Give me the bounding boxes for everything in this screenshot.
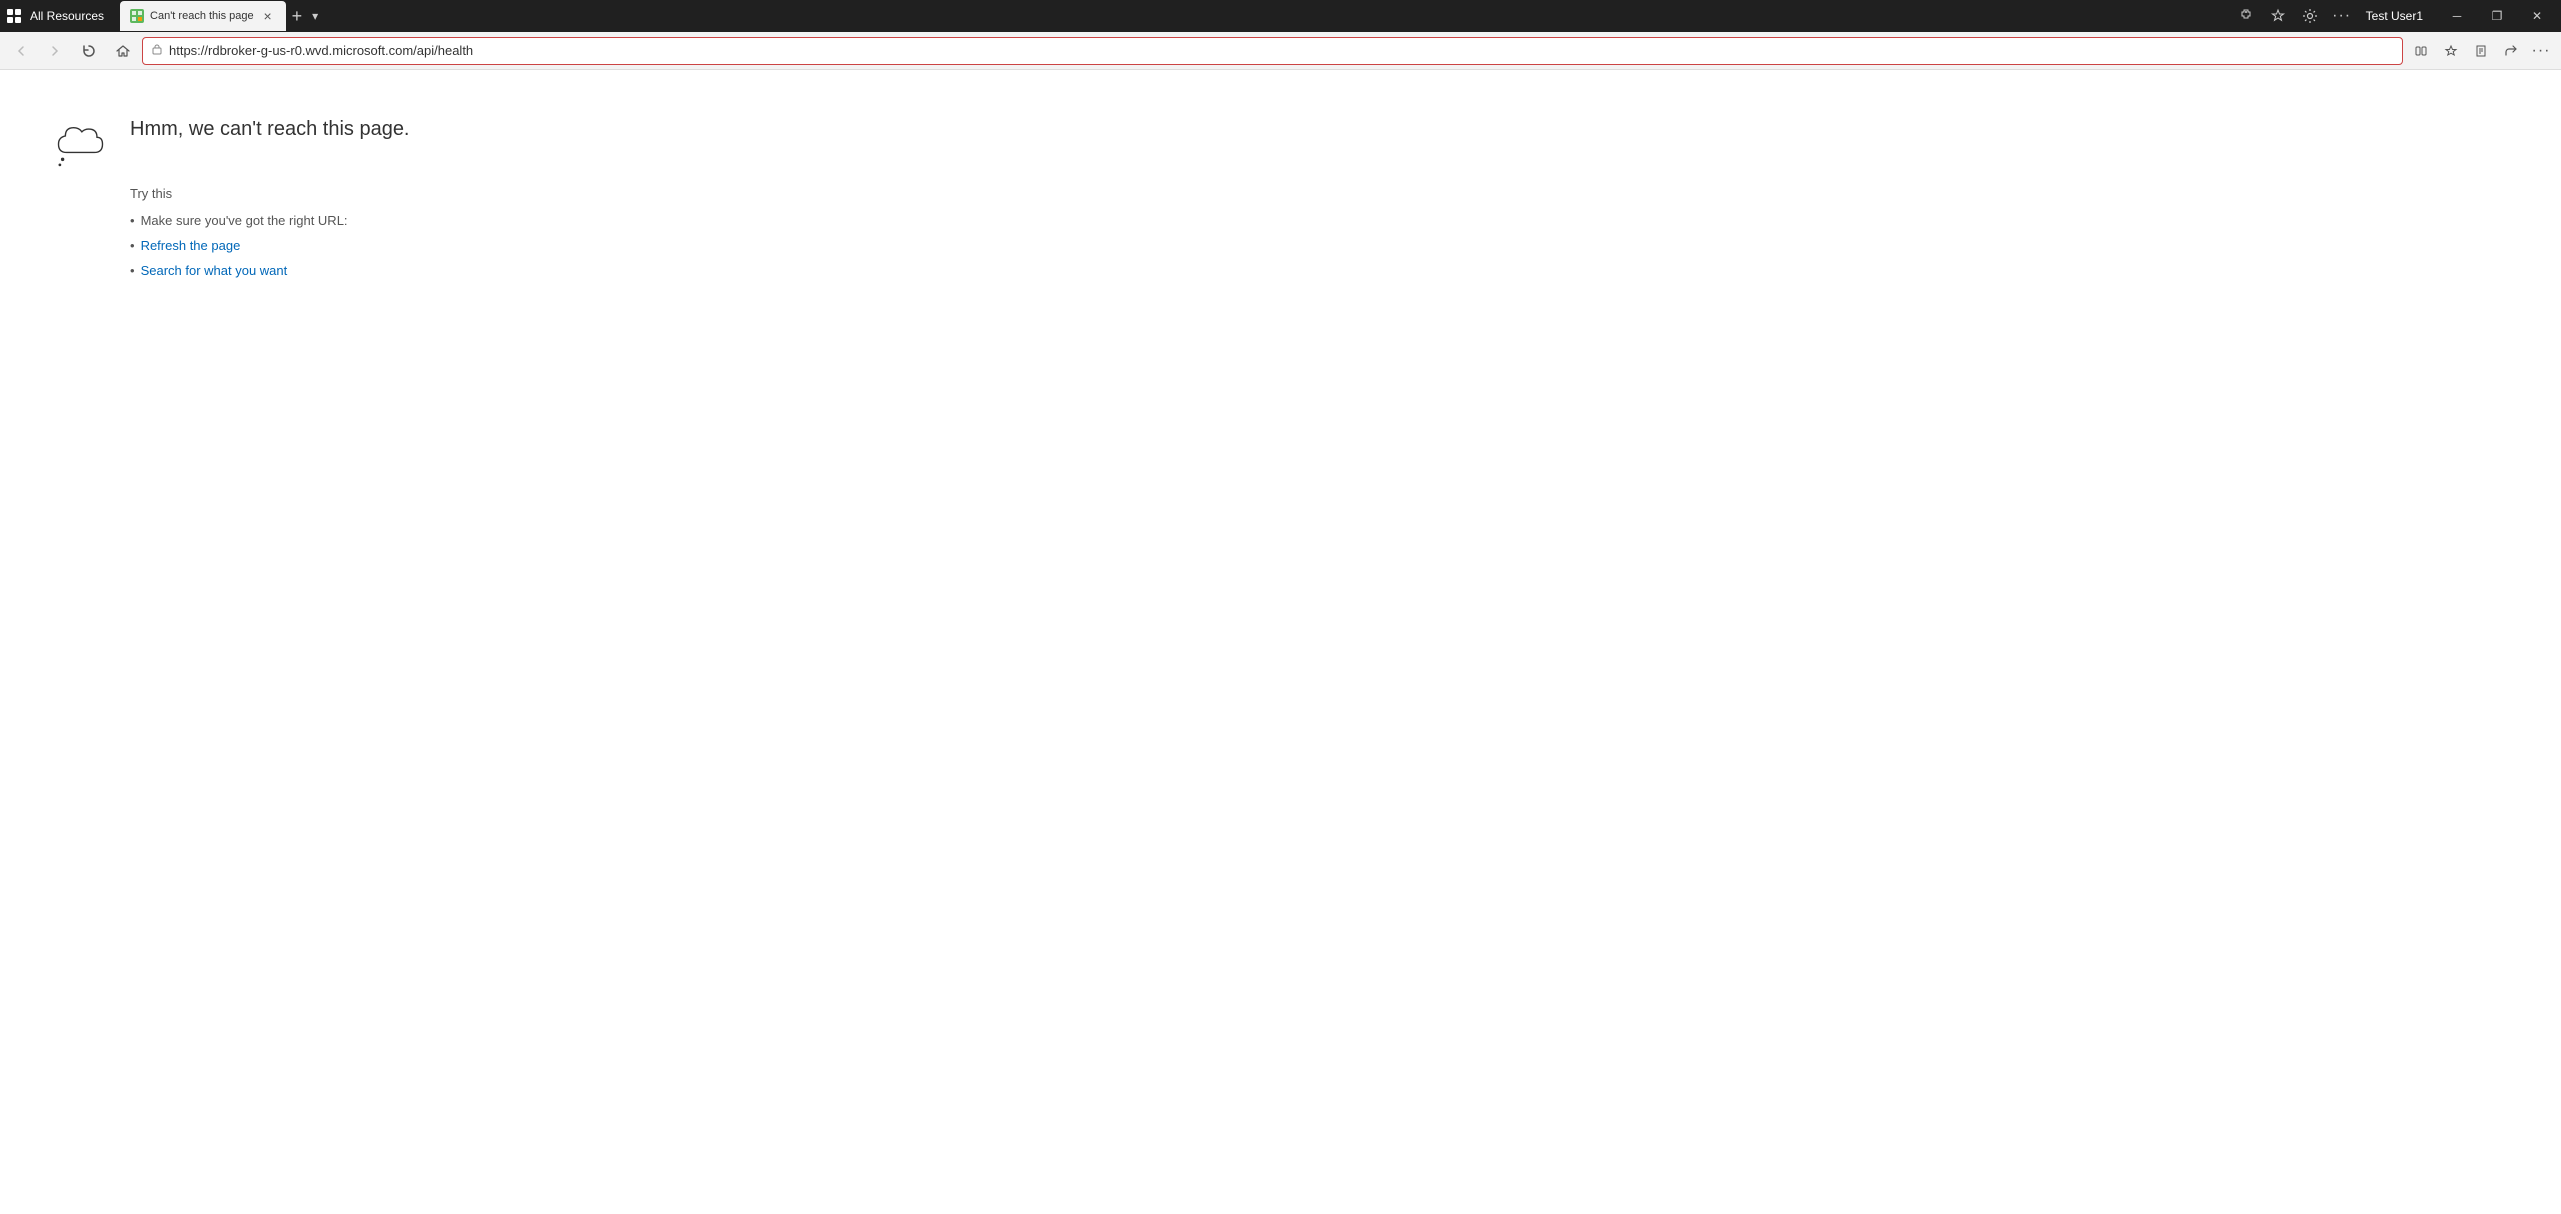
title-bar: All Resources Can't reach this page × + [0,0,2561,32]
settings-button[interactable] [2296,2,2324,30]
restore-button[interactable]: ❐ [2477,0,2517,32]
cloud-icon [50,110,110,170]
browser-more-button[interactable]: ··· [2527,37,2555,65]
refresh-button[interactable] [74,36,104,66]
favorites-pin-button[interactable] [2264,2,2292,30]
apps-label: All Resources [30,9,104,23]
address-input[interactable] [169,43,2394,58]
refresh-page-link[interactable]: Refresh the page [141,238,241,253]
read-view-button[interactable] [2407,37,2435,65]
list-item-refresh: Refresh the page [130,238,550,253]
error-content: Hmm, we can't reach this page. Try this … [0,70,600,328]
title-bar-left: All Resources Can't reach this page × + [4,0,2232,32]
tab-favicon [130,9,144,23]
list-item-search: Search for what you want [130,263,550,278]
search-link[interactable]: Search for what you want [141,263,288,278]
error-list: Make sure you've got the right URL: Refr… [130,213,550,278]
user-label: Test User1 [2360,9,2429,23]
nav-bar: ··· [0,32,2561,70]
active-tab[interactable]: Can't reach this page × [120,1,286,31]
back-button[interactable] [6,36,36,66]
error-subtitle: Try this [130,186,550,201]
add-notes-button[interactable] [2467,37,2495,65]
tab-dropdown-button[interactable]: ▾ [308,9,322,23]
close-button[interactable]: ✕ [2517,0,2557,32]
nav-right-icons: ··· [2407,37,2555,65]
share-button[interactable] [2497,37,2525,65]
tab-bar: Can't reach this page × + ▾ [120,0,322,32]
content-area: Hmm, we can't reach this page. Try this … [0,70,2561,1214]
list-item-url: Make sure you've got the right URL: [130,213,550,228]
lock-icon [151,43,163,58]
tab-close-button[interactable]: × [260,8,276,24]
apps-icon[interactable] [4,6,24,26]
address-bar[interactable] [142,37,2403,65]
more-button[interactable]: ··· [2328,2,2356,30]
error-header: Hmm, we can't reach this page. [50,110,550,170]
home-button[interactable] [108,36,138,66]
title-bar-right: ··· Test User1 ─ ❐ ✕ [2232,0,2557,32]
extensions-button[interactable] [2232,2,2260,30]
favorites-button[interactable] [2437,37,2465,65]
window-controls: ─ ❐ ✕ [2437,0,2557,32]
error-title: Hmm, we can't reach this page. [130,118,410,141]
new-tab-button[interactable]: + [286,7,309,25]
minimize-button[interactable]: ─ [2437,0,2477,32]
forward-button[interactable] [40,36,70,66]
tab-label: Can't reach this page [150,10,254,22]
